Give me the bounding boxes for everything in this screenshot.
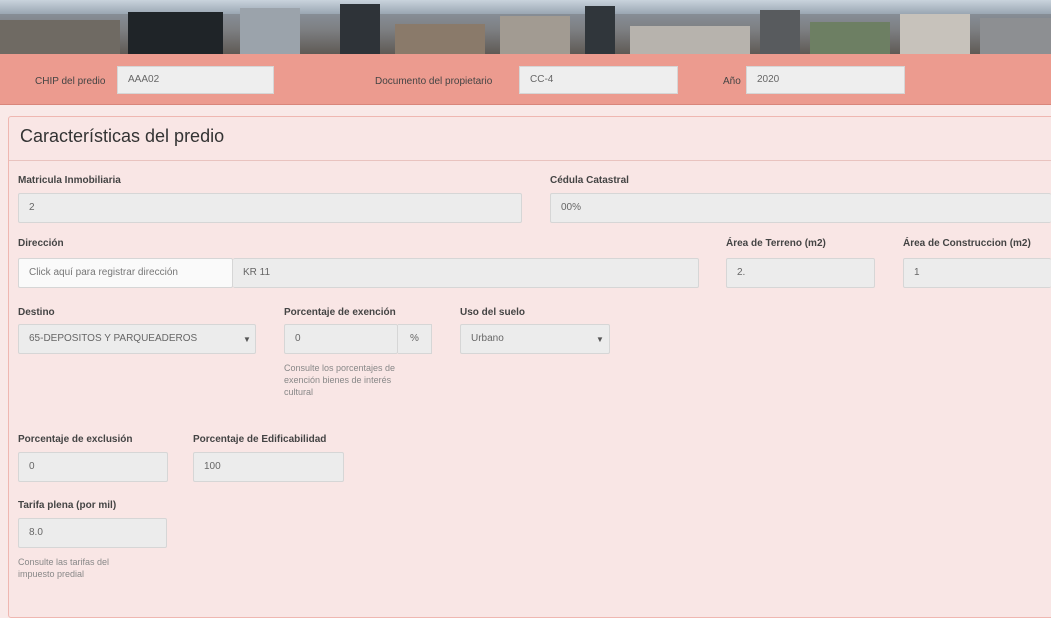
tarifa-help-text: Consulte las tarifas del impuesto predia… (18, 556, 109, 580)
caret-down-icon: ▼ (243, 335, 251, 344)
area-construccion-input[interactable]: 1 (903, 258, 1051, 288)
area-terreno-label: Área de Terreno (m2) (726, 238, 826, 249)
edificabilidad-input[interactable]: 100 (193, 452, 344, 482)
exencion-help-text: Consulte los porcentajes de exención bie… (284, 362, 395, 398)
destino-selected-value: 65-DEPOSITOS Y PARQUEADEROS (29, 333, 198, 344)
tarifa-help-line: impuesto predial (18, 569, 85, 579)
matricula-input[interactable]: 2 (18, 193, 522, 223)
exencion-input[interactable]: 0 (284, 324, 398, 354)
percent-addon: % (398, 324, 432, 354)
exencion-help-line: exención bienes de interés (284, 375, 392, 385)
exencion-help-line: Consulte los porcentajes de (284, 363, 396, 373)
uso-suelo-label: Uso del suelo (460, 307, 526, 318)
caret-down-icon: ▼ (596, 335, 604, 344)
header-filter-bar: CHIP del predio AAA02 Documento del prop… (0, 54, 1051, 105)
direccion-label: Dirección (18, 238, 64, 249)
area-terreno-input[interactable]: 2. (726, 258, 875, 288)
edificabilidad-label: Porcentaje de Edificabilidad (193, 434, 327, 445)
anio-field[interactable]: 2020 (746, 66, 905, 94)
exclusion-label: Porcentaje de exclusión (18, 434, 133, 445)
section-title: Características del predio (20, 126, 225, 146)
tarifa-label: Tarifa plena (por mil) (18, 500, 117, 511)
section-divider (9, 160, 1051, 161)
cedula-input[interactable]: 00% (550, 193, 1051, 223)
exencion-label: Porcentaje de exención (284, 307, 396, 318)
uso-suelo-selected-value: Urbano (471, 333, 504, 344)
matricula-label: Matricula Inmobiliaria (18, 175, 121, 186)
direccion-input[interactable]: KR 11 (233, 258, 699, 288)
registrar-direccion-button[interactable]: Click aquí para registrar dirección (18, 258, 233, 288)
documento-field[interactable]: CC-4 (519, 66, 678, 94)
documento-label: Documento del propietario (375, 76, 493, 87)
chip-label: CHIP del predio (35, 76, 106, 87)
destino-label: Destino (18, 307, 55, 318)
exencion-help-line: cultural (284, 387, 314, 397)
uso-suelo-select[interactable]: Urbano (460, 324, 610, 354)
area-construccion-label: Área de Construccion (m2) (903, 238, 1031, 249)
chip-field[interactable]: AAA02 (117, 66, 274, 94)
cedula-label: Cédula Catastral (550, 175, 629, 186)
tarifa-help-line: Consulte las tarifas del (18, 557, 110, 567)
destino-select[interactable]: 65-DEPOSITOS Y PARQUEADEROS (18, 324, 256, 354)
tarifa-input[interactable]: 8.0 (18, 518, 167, 548)
anio-label: Año (723, 76, 741, 87)
exclusion-input[interactable]: 0 (18, 452, 168, 482)
city-banner-image (0, 0, 1051, 54)
